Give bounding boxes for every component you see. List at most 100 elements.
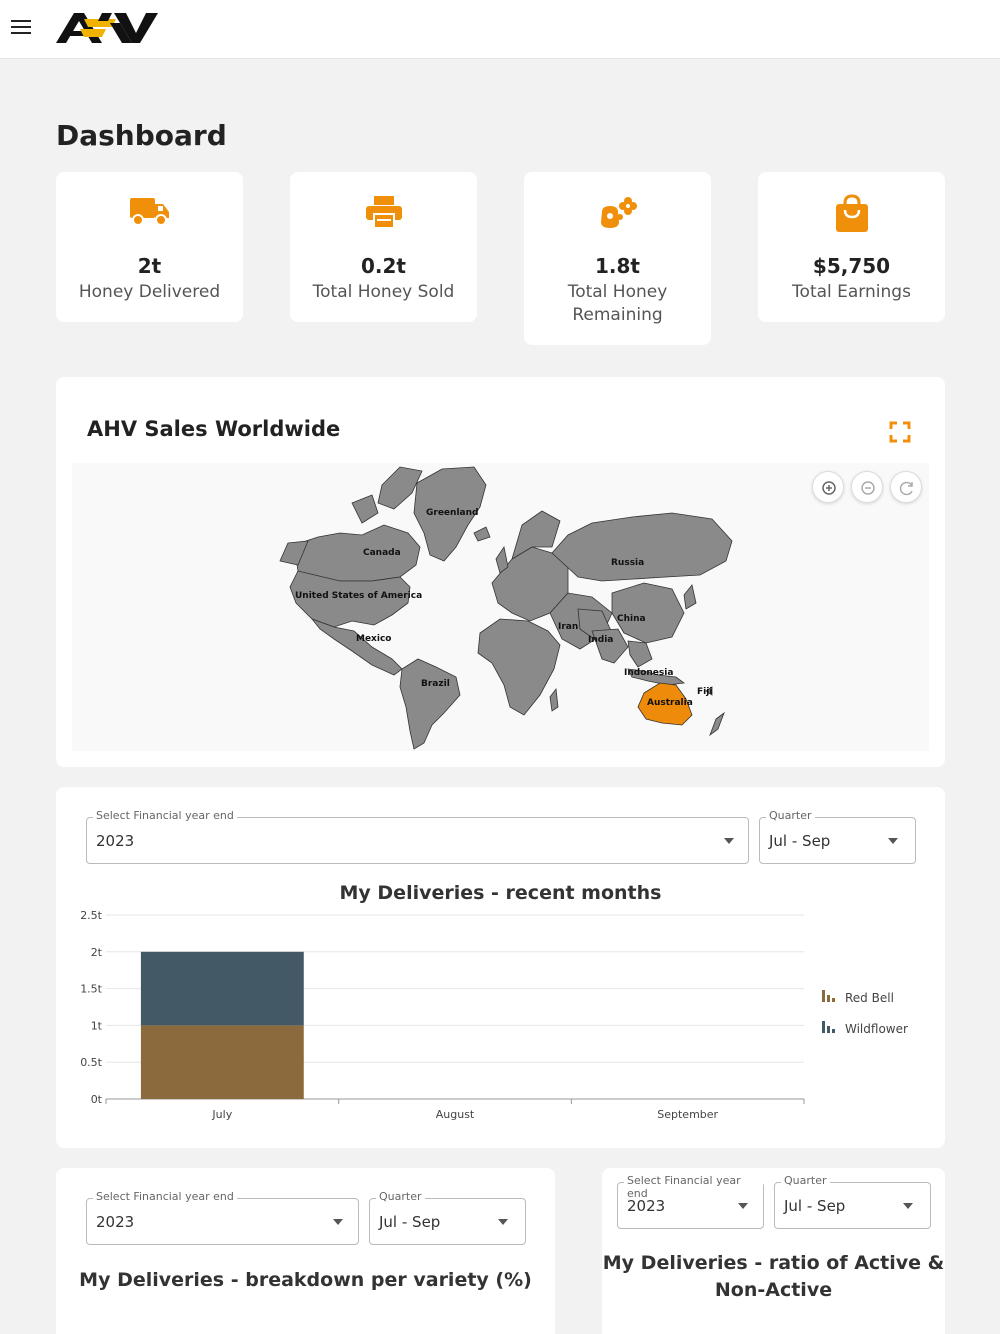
- ahv-logo[interactable]: [54, 11, 164, 45]
- map-label: Iran: [558, 622, 578, 632]
- stat-label: Total Earnings: [792, 282, 911, 302]
- deliveries-bar-chart: 0t 0.5t 1t 1.5t 2t 2.5t July August September Re…: [80, 909, 908, 1121]
- printer-icon: [290, 194, 477, 234]
- x-tick-label: September: [657, 1108, 718, 1121]
- y-tick-label: 2.5t: [80, 909, 102, 922]
- reset-zoom-button[interactable]: [890, 471, 922, 503]
- stat-value: 2t: [137, 254, 162, 278]
- country-africa: [477, 618, 561, 716]
- legend-item: Wildflower: [822, 1021, 908, 1036]
- y-tick-label: 1t: [91, 1019, 103, 1032]
- map-label: Australia: [647, 698, 693, 708]
- world-map-svg: Greenland Canada United States of Americ…: [279, 466, 733, 750]
- legend-label: Wildflower: [845, 1022, 908, 1036]
- sales-map-card: AHV Sales Worldwide Greenland Canada Uni…: [56, 377, 945, 767]
- country-russia: [551, 512, 733, 582]
- refresh-icon: [899, 481, 913, 496]
- legend-bar-icon: [827, 995, 830, 1002]
- shopping-bag-icon: [758, 194, 945, 234]
- quarter-select[interactable]: Quarter Jul - Sep: [369, 1190, 526, 1245]
- x-tick-label: August: [436, 1108, 475, 1121]
- chevron-down-icon: [903, 1203, 913, 1209]
- chevron-down-icon: [888, 838, 898, 844]
- ratio-title-line: Non-Active: [714, 1279, 833, 1301]
- fullscreen-icon[interactable]: [889, 421, 911, 443]
- stat-value: $5,750: [812, 254, 891, 278]
- field-label: Select Financial year end: [93, 1190, 237, 1203]
- legend-item: Red Bell: [822, 990, 894, 1005]
- field-label: Select Financial year end: [93, 809, 237, 822]
- y-tick-label: 1.5t: [80, 983, 102, 996]
- country-mexico: [310, 618, 403, 676]
- field-label: Quarter: [781, 1174, 830, 1187]
- page-title: Dashboard: [56, 119, 227, 152]
- map-label: Canada: [363, 548, 401, 558]
- ratio-title-line: My Deliveries - ratio of Active &: [602, 1252, 945, 1274]
- country-canada-islands: [351, 494, 379, 524]
- map-label: Mexico: [356, 634, 391, 644]
- zoom-in-icon: [822, 481, 836, 495]
- menu-icon[interactable]: [11, 20, 31, 38]
- legend-bar-icon: [827, 1026, 830, 1033]
- top-bar: [0, 0, 1000, 59]
- stat-label: Honey Delivered: [78, 282, 221, 302]
- zoom-in-button[interactable]: [812, 471, 844, 503]
- map-label: Brazil: [421, 679, 450, 689]
- country-canada: [293, 524, 421, 582]
- chart-title: My Deliveries - recent months: [339, 882, 662, 904]
- legend-bar-icon: [832, 998, 835, 1002]
- financial-year-select[interactable]: Select Financial year end 2023: [86, 809, 749, 864]
- map-label: Russia: [611, 558, 644, 568]
- stat-label: Total Honey Remaining: [567, 282, 668, 325]
- honey-pot-icon: [524, 194, 711, 234]
- field-value: Jul - Sep: [769, 832, 831, 850]
- zoom-out-button[interactable]: [851, 471, 883, 503]
- zoom-out-icon: [861, 481, 875, 495]
- map-label: United States of America: [295, 591, 422, 601]
- chevron-down-icon: [498, 1219, 508, 1225]
- stat-card-honey-remaining: 1.8t Total Honey Remaining: [524, 172, 711, 345]
- country-japan: [683, 584, 697, 610]
- quarter-select[interactable]: Quarter Jul - Sep: [774, 1174, 931, 1229]
- country-madagascar: [549, 687, 559, 712]
- field-label: Quarter: [766, 809, 815, 822]
- map-label: India: [588, 635, 613, 645]
- breakdown-title: My Deliveries - breakdown per variety (%…: [79, 1269, 532, 1291]
- y-tick-label: 0t: [91, 1093, 103, 1106]
- map-label: Fiji: [697, 687, 712, 697]
- deliveries-chart-card: Select Financial year end 2023 Quarter J…: [56, 787, 945, 1148]
- quarter-select[interactable]: Quarter Jul - Sep: [759, 809, 916, 864]
- financial-year-select[interactable]: Select Financial year end 2023: [86, 1190, 359, 1245]
- field-value: 2023: [627, 1197, 666, 1215]
- chevron-down-icon: [724, 838, 734, 844]
- map-title: AHV Sales Worldwide: [87, 417, 341, 441]
- chevron-down-icon: [738, 1203, 748, 1209]
- field-value: Jul - Sep: [379, 1213, 441, 1231]
- stat-value: 1.8t: [595, 254, 640, 278]
- ratio-title: My Deliveries - ratio of Active & Non-Ac…: [602, 1250, 945, 1304]
- bar-red-bell: [140, 1025, 304, 1099]
- country-brazil: [399, 658, 461, 750]
- country-china: [611, 582, 685, 644]
- legend-bar-icon: [832, 1029, 835, 1033]
- map-label: Greenland: [426, 508, 478, 518]
- field-value: 2023: [96, 832, 135, 850]
- map-label: Indonesia: [624, 668, 673, 678]
- x-tick-label: July: [211, 1108, 232, 1121]
- world-map[interactable]: Greenland Canada United States of Americ…: [72, 463, 929, 751]
- stat-card-honey-sold: 0.2t Total Honey Sold: [290, 172, 477, 322]
- country-se-asia: [627, 640, 653, 668]
- country-iceland: [473, 526, 491, 542]
- y-tick-label: 0.5t: [80, 1056, 102, 1069]
- y-tick-label: 2t: [91, 946, 103, 959]
- stat-card-honey-delivered: 2t Honey Delivered: [56, 172, 243, 322]
- legend-bar-icon: [822, 990, 825, 1002]
- stat-value: 0.2t: [361, 254, 406, 278]
- country-new-zealand: [709, 711, 725, 737]
- financial-year-select[interactable]: Select Financial year end 2023: [617, 1174, 764, 1229]
- active-ratio-card: Select Financial year end 2023 Quarter J…: [602, 1168, 945, 1334]
- stat-label: Total Honey Sold: [312, 282, 455, 302]
- field-value: 2023: [96, 1213, 135, 1231]
- variety-breakdown-card: Select Financial year end 2023 Quarter J…: [56, 1168, 555, 1334]
- bar-wildflower: [140, 951, 304, 1026]
